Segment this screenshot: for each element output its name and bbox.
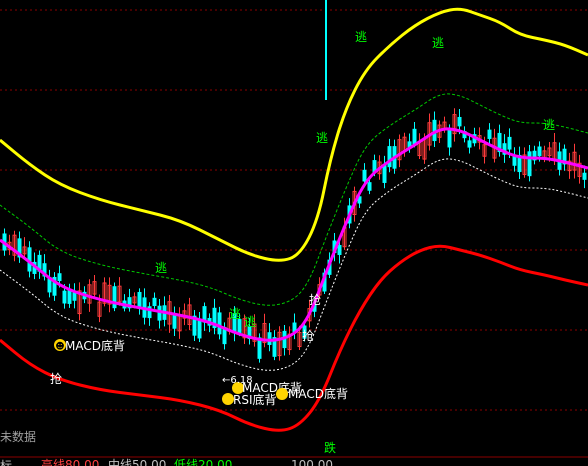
escape-signal-1: 逃: [355, 30, 367, 44]
legend-high: 高线80.00: [41, 457, 99, 466]
escape-signal-2: 逃: [432, 36, 444, 50]
candle-body-89: [447, 129, 452, 148]
grab-signal-1: 抢: [50, 371, 62, 386]
grab-signal-3: 抢: [302, 328, 314, 343]
candle-body-93: [467, 140, 472, 148]
fall-signal: 跌: [324, 440, 336, 455]
scale-value: 100.00: [291, 458, 333, 466]
footer-bottom-fragment: 标: [0, 459, 12, 466]
candle-body-34: [172, 314, 177, 329]
grab-signal-2: 抢: [309, 292, 321, 307]
legend-mid-name: 中线: [108, 457, 132, 466]
candle-body-77: [387, 146, 392, 168]
candle-body-11: [57, 273, 62, 282]
candle-body-116: [582, 172, 587, 180]
legend-low: 低线20.00: [174, 458, 232, 466]
legend-high-name: 高线: [41, 457, 65, 466]
macd-divergence-badge-3: [276, 388, 288, 400]
candle-body-101: [507, 136, 512, 150]
middle-line: [0, 127, 588, 342]
escape-signal-7: 逃: [244, 315, 256, 329]
candle-body-82: [412, 128, 417, 145]
candle-body-97: [487, 129, 492, 139]
candles: [2, 0, 587, 363]
candle-body-30: [152, 297, 157, 307]
candle-body-91: [457, 116, 462, 127]
chart-svg: ☻ MACD底背 MACD底背 MACD底背 RSI底背 ←6.18 逃 逃 逃…: [0, 0, 588, 466]
candle-body-27: [137, 291, 142, 308]
lines: [0, 7, 588, 432]
candle-body-47: [237, 319, 242, 334]
candle-body-43: [217, 312, 222, 335]
candle-body-105: [527, 151, 532, 177]
candle-body-39: [197, 319, 202, 339]
escape-signal-5: 逃: [155, 261, 167, 275]
legend-low-name: 低线: [174, 458, 198, 466]
candle-body-31: [157, 305, 162, 321]
escape-signal-4: 逃: [316, 131, 328, 145]
macd-divergence-label-1: MACD底背: [65, 338, 125, 353]
low-price-label: ←6.18: [222, 375, 253, 386]
escape-signal-3: 逃: [543, 118, 555, 132]
footer-left-text: 未数据: [0, 429, 36, 444]
legend-high-value: 80.00: [65, 458, 99, 466]
candle-body-73: [367, 182, 372, 191]
candle-body-107: [537, 146, 542, 157]
legend-low-value: 20.00: [198, 458, 232, 466]
candle-body-67: [337, 244, 342, 255]
candle-body-53: [267, 332, 272, 345]
legend-mid-value: 50.00: [132, 458, 166, 466]
candle-body-72: [362, 169, 367, 182]
badge-glyph-1: ☻: [55, 341, 64, 352]
candle-body-12: [62, 290, 67, 304]
rsi-divergence-label: RSI底背: [233, 392, 277, 407]
macd-divergence-label-3: MACD底背: [288, 386, 348, 401]
chart-container: ☻ MACD底背 MACD底背 MACD底背 RSI底背 ←6.18 逃 逃 逃…: [0, 0, 588, 466]
legend-mid: 中线50.00: [108, 457, 166, 466]
escape-signal-6: 逃: [229, 307, 241, 321]
